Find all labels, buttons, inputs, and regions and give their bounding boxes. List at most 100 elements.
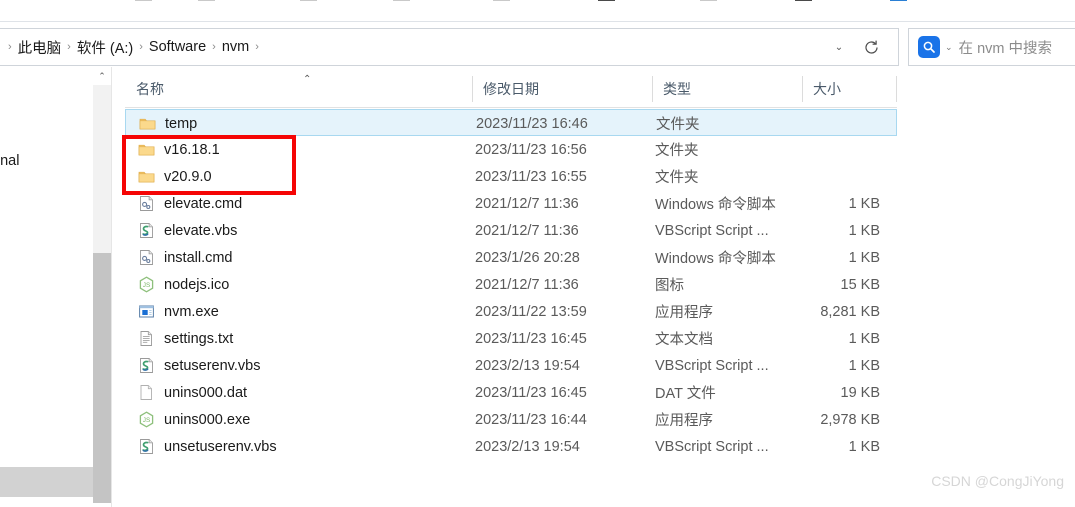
column-header-type[interactable]: 类型 [652,71,802,106]
navigation-pane[interactable]: onal [0,67,93,507]
column-header-date[interactable]: 修改日期 [472,71,652,106]
new-folder-icon[interactable] [598,0,615,1]
column-divider[interactable] [802,76,803,102]
table-row[interactable]: install.cmd 2023/1/26 20:28 Windows 命令脚本 1 … [125,244,897,271]
watermark: CSDN @CongJiYong [931,473,1064,489]
column-divider[interactable] [472,76,473,102]
column-divider[interactable] [652,76,653,102]
toolbar-strip [0,0,1075,22]
cell-name[interactable]: nvm.exe [138,298,219,325]
nav-item-selected[interactable] [0,467,93,497]
search-box[interactable]: ⌄ 在 nvm 中搜索 [908,28,1075,66]
cell-size [725,136,895,163]
breadcrumb-item-2[interactable]: Software [145,37,210,57]
file-name-label: settings.txt [164,330,234,347]
cut-icon[interactable] [135,0,152,1]
nav-item-partial-label[interactable]: onal [0,153,19,169]
cell-date: 2021/12/7 11:36 [475,195,579,212]
cell-name[interactable]: unins000.dat [138,379,247,406]
table-row[interactable]: v20.9.0 2023/11/23 16:55 文件夹 [125,163,897,190]
nodejs-icon: JS [139,411,154,428]
search-icon[interactable] [918,36,940,58]
cell-date: 2021/12/7 11:36 [475,276,579,293]
scrollbar-track[interactable] [93,85,111,253]
paste-icon[interactable] [300,0,317,1]
cell-size: 1 KB [848,438,880,455]
file-name-label: nodejs.ico [164,276,230,293]
navigation-scrollbar[interactable]: ⌃ [93,67,112,507]
cell-name[interactable]: v20.9.0 [138,163,212,190]
scrollbar-thumb[interactable] [93,253,111,503]
breadcrumb-item-3[interactable]: nvm [218,37,253,57]
cell-name[interactable]: install.cmd [138,244,233,271]
cell-name[interactable]: v16.18.1 [138,136,220,163]
sort-icon[interactable] [700,0,717,1]
cell-name[interactable]: setuserenv.vbs [138,352,260,379]
column-header-size[interactable]: 大小 [802,71,897,106]
table-row[interactable]: JS nodejs.ico 2021/12/7 11:36 图标 15 KB [125,271,897,298]
breadcrumb-separator: › [255,41,259,53]
cmd-script-icon [140,196,153,211]
cell-size [726,110,896,137]
cell-type: 图标 [655,278,684,294]
cell-size: 1 KB [848,357,880,374]
table-row[interactable]: temp 2023/11/23 16:46 文件夹 [125,109,897,136]
table-row[interactable]: elevate.cmd 2021/12/7 11:36 Windows 命令脚本 1 … [125,190,897,217]
breadcrumb-separator: › [139,41,143,53]
cell-type: 文件夹 [655,170,699,186]
folder-icon [138,171,155,183]
cell-name[interactable]: temp [139,110,197,137]
text-file-icon [140,331,152,346]
vbs-script-icon [140,358,153,373]
breadcrumb-item-0[interactable]: 此电脑 [14,35,66,60]
cell-name[interactable]: elevate.vbs [138,217,237,244]
cell-name[interactable]: unsetuserenv.vbs [138,433,277,460]
share-icon[interactable] [493,0,510,1]
file-list-rows: temp 2023/11/23 16:46 文件夹 v16.18.1 2023/11/2… [125,109,897,460]
cell-size: 15 KB [840,276,881,293]
cmd-script-icon [140,250,153,265]
cell-name[interactable]: JS unins000.exe [138,406,250,433]
table-row[interactable]: unins000.dat 2023/11/23 16:45 DAT 文件 19 KB [125,379,897,406]
table-row[interactable]: JS unins000.exe 2023/11/23 16:44 应用程序 2,978 … [125,406,897,433]
file-name-label: temp [165,115,198,132]
application-icon [139,305,154,318]
table-row[interactable]: unsetuserenv.vbs 2023/2/13 19:54 VBScript … [125,433,897,460]
view-icon[interactable] [795,0,812,1]
cell-date: 2023/1/26 20:28 [475,249,580,266]
chevron-down-icon[interactable]: ⌄ [945,42,953,53]
table-row[interactable]: nvm.exe 2023/11/22 13:59 应用程序 8,281 KB [125,298,897,325]
rename-icon[interactable] [393,0,410,1]
cell-type: 文件夹 [656,117,700,133]
chevron-down-icon[interactable]: ⌄ [828,29,850,65]
breadcrumb-item-1[interactable]: 软件 (A:) [73,35,137,60]
cell-type: 应用程序 [655,305,713,321]
cell-size: 1 KB [848,195,880,212]
cell-type: 应用程序 [655,413,713,429]
filter-icon[interactable] [890,0,907,1]
column-divider[interactable] [896,76,897,102]
cell-name[interactable]: elevate.cmd [138,190,242,217]
breadcrumb[interactable]: › 此电脑 › 软件 (A:) › Software › nvm › [6,29,261,65]
file-name-label: unsetuserenv.vbs [164,438,277,455]
column-header-name[interactable]: 名称 [125,71,472,106]
copy-icon[interactable] [198,0,215,1]
breadcrumb-separator: › [212,41,216,53]
scroll-up-icon[interactable]: ⌃ [93,67,111,85]
table-row[interactable]: v16.18.1 2023/11/23 16:56 文件夹 [125,136,897,163]
address-bar[interactable]: › 此电脑 › 软件 (A:) › Software › nvm › ⌄ [0,28,899,66]
cell-date: 2023/11/23 16:55 [475,168,587,185]
table-row[interactable]: settings.txt 2023/11/23 16:45 文本文档 1 KB [125,325,897,352]
file-list-pane[interactable]: 名称 修改日期 类型 大小 ⌃ temp 2023/11/23 16:46 文件夹 v… [112,67,1075,507]
table-row[interactable]: setuserenv.vbs 2023/2/13 19:54 VBScript Sc… [125,352,897,379]
breadcrumb-separator: › [8,41,12,53]
cell-size: 1 KB [848,222,880,239]
file-name-label: elevate.vbs [164,222,238,239]
cell-name[interactable]: JS nodejs.ico [138,271,229,298]
cell-name[interactable]: settings.txt [138,325,233,352]
file-name-label: elevate.cmd [164,195,243,212]
file-name-label: unins000.exe [164,411,251,428]
table-row[interactable]: elevate.vbs 2021/12/7 11:36 VBScript Scrip… [125,217,897,244]
search-input[interactable]: 在 nvm 中搜索 [959,37,1052,58]
refresh-icon[interactable] [858,29,884,65]
